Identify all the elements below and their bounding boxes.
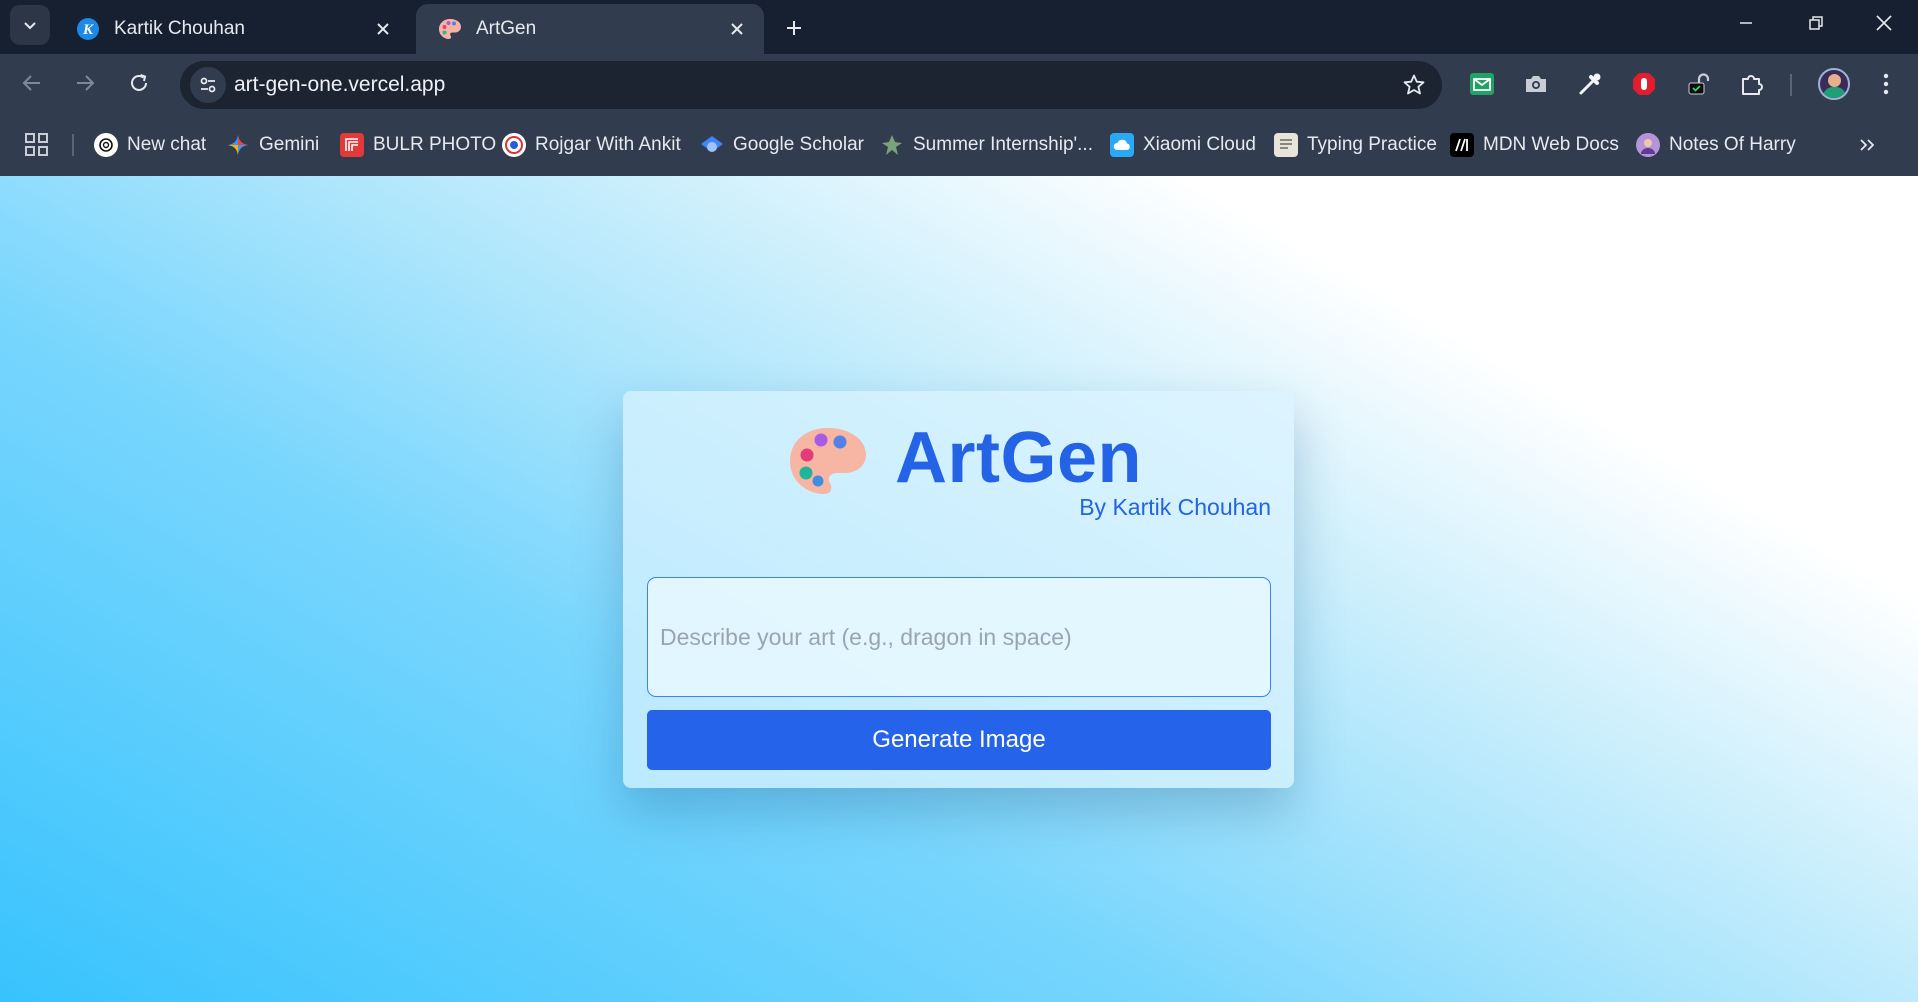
palette-icon: [439, 19, 461, 39]
mdn-icon: [1450, 133, 1474, 157]
bookmark-label: Typing Practice: [1307, 134, 1437, 155]
extensions-menu-button[interactable]: [1736, 68, 1768, 100]
artgen-card: ArtGen By Kartik Chouhan Generate Image: [623, 391, 1294, 788]
extension-unlock-button[interactable]: [1682, 68, 1714, 100]
back-button[interactable]: [11, 62, 53, 104]
hand-stop-icon: [1633, 73, 1655, 95]
scholar-icon: [700, 133, 724, 157]
bookmarks-divider: [72, 134, 74, 156]
k-logo-icon: K: [77, 18, 99, 40]
bookmark-typing-practice[interactable]: Typing Practice: [1274, 130, 1437, 160]
bookmark-bulr-photo[interactable]: BULR PHOTO: [340, 130, 496, 160]
chevron-double-right-icon: [1860, 139, 1875, 151]
generate-image-button[interactable]: Generate Image: [647, 710, 1271, 770]
arrow-left-icon: [22, 75, 40, 91]
bookmark-xiaomi-cloud[interactable]: Xiaomi Cloud: [1110, 130, 1256, 160]
restore-icon: [1809, 16, 1823, 30]
tab-kartik-chouhan[interactable]: K Kartik Chouhan: [54, 4, 410, 54]
plus-icon: [787, 21, 801, 35]
reload-button[interactable]: [118, 62, 160, 104]
address-bar[interactable]: art-gen-one.vercel.app: [180, 61, 1442, 109]
harry-icon: [1636, 133, 1660, 157]
star-icon: [1403, 74, 1425, 95]
browser-toolbar: art-gen-one.vercel.app: [0, 54, 1918, 114]
bookmark-label: Gemini: [259, 134, 320, 155]
unlock-icon: [1688, 73, 1710, 95]
extension-eyedropper-button[interactable]: [1574, 68, 1606, 100]
openai-icon: [94, 133, 118, 157]
tab-search-button[interactable]: [10, 5, 50, 45]
palette-icon: [790, 428, 866, 494]
bookmark-google-scholar[interactable]: Google Scholar: [700, 130, 864, 160]
close-window-button[interactable]: [1850, 0, 1918, 46]
internship-icon: [880, 133, 904, 157]
bookmarks-bar: New chat Gemini BULR PHOTO Rojgar With A…: [0, 114, 1918, 176]
eyedropper-icon: [1579, 73, 1601, 95]
browser-menu-button[interactable]: [1870, 68, 1902, 100]
toolbar-divider: [1790, 74, 1792, 96]
page-viewport: ArtGen By Kartik Chouhan Generate Image: [0, 176, 1918, 1002]
url-text: art-gen-one.vercel.app: [234, 73, 446, 96]
bookmark-star-button[interactable]: [1400, 71, 1428, 99]
tab-artgen[interactable]: ArtGen: [416, 4, 764, 54]
bookmark-new-chat[interactable]: New chat: [94, 130, 206, 160]
forward-button[interactable]: [64, 62, 106, 104]
restore-button[interactable]: [1782, 0, 1850, 46]
more-vert-icon: [1883, 73, 1889, 95]
bookmark-label: MDN Web Docs: [1483, 134, 1619, 155]
bookmark-label: Google Scholar: [733, 134, 864, 155]
tab-close-button[interactable]: [724, 16, 750, 42]
prompt-input[interactable]: [647, 577, 1271, 697]
svg-text:K: K: [82, 22, 94, 38]
bulr-icon: [340, 133, 364, 157]
apps-grid-icon: [25, 133, 48, 156]
puzzle-icon: [1742, 75, 1763, 95]
apps-button[interactable]: [24, 132, 50, 158]
app-byline: By Kartik Chouhan: [1079, 494, 1271, 520]
close-icon: [731, 23, 743, 35]
bookmark-gemini[interactable]: Gemini: [226, 130, 319, 160]
cloud-icon: [1110, 133, 1134, 157]
camera-icon: [1526, 76, 1546, 92]
tab-strip: K Kartik Chouhan ArtGen: [0, 0, 1918, 54]
close-icon: [1876, 15, 1892, 31]
chevron-down-icon: [24, 22, 36, 30]
tab-title: Kartik Chouhan: [114, 18, 245, 39]
extension-mail-button[interactable]: [1466, 68, 1498, 100]
extension-blocker-button[interactable]: [1628, 68, 1660, 100]
rojgar-icon: [502, 133, 526, 157]
bookmark-label: Summer Internship'...: [913, 134, 1093, 155]
mail-extension-icon: [1470, 73, 1494, 95]
app-title: ArtGen: [895, 418, 1143, 498]
bookmark-label: Rojgar With Ankit: [535, 134, 681, 155]
bookmark-label: BULR PHOTO: [373, 134, 497, 155]
more-bookmarks-button[interactable]: [1852, 130, 1882, 160]
arrow-right-icon: [77, 75, 95, 91]
bookmark-label: New chat: [127, 134, 207, 155]
bookmark-label: Xiaomi Cloud: [1143, 134, 1256, 155]
extension-camera-button[interactable]: [1520, 68, 1552, 100]
gemini-icon: [226, 133, 250, 157]
avatar-head: [1828, 74, 1841, 87]
bookmark-notes-of-harry[interactable]: Notes Of Harry: [1636, 130, 1796, 160]
bookmark-mdn-web-docs[interactable]: MDN Web Docs: [1450, 130, 1619, 160]
bookmark-summer-internship[interactable]: Summer Internship'...: [880, 130, 1093, 160]
reload-icon: [131, 74, 147, 91]
typing-icon: [1274, 133, 1298, 157]
bookmark-label: Notes Of Harry: [1669, 134, 1796, 155]
bookmark-rojgar-with-ankit[interactable]: Rojgar With Ankit: [502, 130, 681, 160]
close-icon: [377, 23, 389, 35]
tune-icon: [200, 77, 216, 93]
site-info-button[interactable]: [190, 67, 226, 103]
new-tab-button[interactable]: [776, 10, 812, 46]
minimize-button[interactable]: [1712, 0, 1780, 46]
tab-close-button[interactable]: [370, 16, 396, 42]
profile-avatar[interactable]: [1818, 68, 1850, 100]
minimize-icon: [1740, 22, 1752, 24]
tab-title: ArtGen: [476, 18, 537, 39]
avatar-body: [1823, 87, 1846, 98]
